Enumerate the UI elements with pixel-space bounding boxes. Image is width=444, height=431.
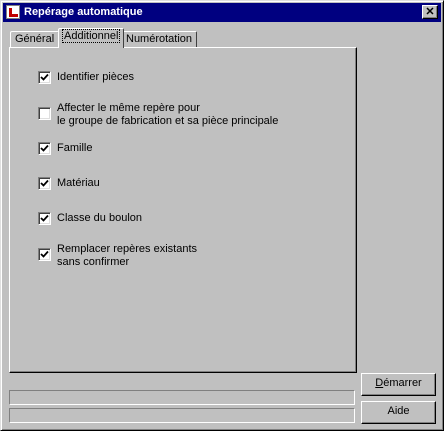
checkbox[interactable] (38, 212, 51, 225)
option-label: Classe du boulon (57, 212, 143, 224)
tab-general[interactable]: Général (10, 31, 60, 48)
tab-numerotation[interactable]: Numérotation (121, 31, 198, 48)
checkbox[interactable] (38, 71, 51, 84)
tab-additionnel[interactable]: Additionnel (58, 28, 125, 48)
option-label: Affecter le même repère pour (57, 102, 200, 114)
status-field-2 (9, 408, 355, 423)
help-button[interactable]: Aide (361, 401, 436, 424)
checkbox[interactable] (38, 177, 51, 190)
start-button-label: émarrer (383, 377, 422, 389)
option-label: Remplacer repères existants (57, 243, 198, 255)
status-field-1 (9, 390, 355, 405)
option-label: Identifier pièces (57, 71, 135, 83)
dialog-window: Repérage automatique ✕ Général Additionn… (0, 0, 444, 431)
option-label: Matériau (57, 177, 100, 189)
checkbox[interactable] (38, 107, 51, 120)
tab-panel-additionnel: Identifier pièces Affecter le même repèr… (9, 47, 357, 373)
checkbox[interactable] (38, 248, 51, 261)
close-button[interactable]: ✕ (422, 5, 438, 19)
start-button[interactable]: Démarrer (361, 373, 436, 396)
option-label-line2: le groupe de fabrication et sa pièce pri… (57, 115, 279, 127)
checkmark-icon (40, 73, 49, 81)
checkmark-icon (40, 214, 49, 222)
option-label-line2: sans confirmer (57, 256, 130, 268)
checkmark-icon (40, 144, 49, 152)
app-icon (6, 5, 20, 19)
close-icon: ✕ (425, 6, 435, 18)
title-bar[interactable]: Repérage automatique ✕ (3, 3, 441, 22)
checkbox[interactable] (38, 142, 51, 155)
option-label: Famille (57, 142, 93, 154)
checkmark-icon (40, 179, 49, 187)
window-title: Repérage automatique (24, 6, 143, 18)
checkmark-icon (40, 250, 49, 258)
